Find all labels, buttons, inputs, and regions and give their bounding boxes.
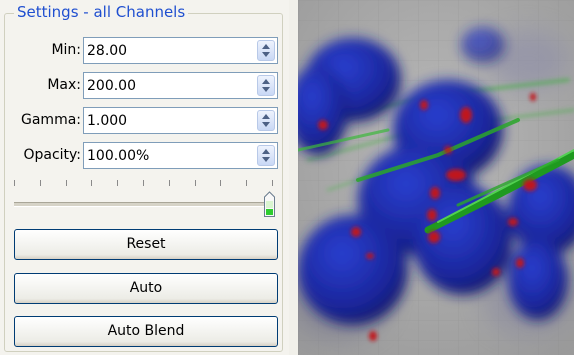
min-label: Min: [51, 42, 81, 58]
slider-tick [66, 180, 67, 186]
min-spin-buttons[interactable] [257, 40, 275, 61]
min-value[interactable]: 28.00 [87, 41, 127, 61]
gamma-spin-buttons[interactable] [257, 110, 275, 131]
slider-tick [91, 180, 92, 186]
slider-tick [169, 180, 170, 186]
min-row: Min: 28.00 [0, 35, 289, 65]
opacity-spinbox[interactable]: 100.00% [83, 142, 278, 169]
settings-panel: Settings - all Channels Min: 28.00 Max: … [0, 0, 289, 355]
settings-group-title: Settings - all Channels [14, 3, 189, 21]
slider-thumb-icon[interactable] [263, 191, 276, 218]
max-spinbox[interactable]: 200.00 [83, 72, 278, 99]
opacity-value[interactable]: 100.00% [87, 146, 149, 166]
triangle-up-icon[interactable] [262, 44, 270, 49]
max-label: Max: [47, 77, 81, 93]
opacity-slider-track[interactable] [14, 202, 274, 207]
slider-tick [220, 180, 221, 186]
auto-blend-button[interactable]: Auto Blend [14, 316, 278, 347]
volume-render-image [298, 0, 574, 355]
triangle-up-icon[interactable] [262, 149, 270, 154]
volume-render-view[interactable] [298, 0, 574, 355]
opacity-label: Opacity: [23, 147, 81, 163]
gamma-spinbox[interactable]: 1.000 [83, 107, 278, 134]
max-row: Max: 200.00 [0, 70, 289, 100]
min-spinbox[interactable]: 28.00 [83, 37, 278, 64]
slider-ticks [14, 180, 276, 188]
triangle-down-icon[interactable] [262, 157, 270, 162]
max-value[interactable]: 200.00 [87, 76, 136, 96]
slider-tick [40, 180, 41, 186]
triangle-up-icon[interactable] [262, 114, 270, 119]
panel-divider[interactable] [289, 0, 298, 355]
slider-tick [272, 180, 273, 186]
slider-tick [117, 180, 118, 186]
opacity-row: Opacity: 100.00% [0, 140, 289, 170]
triangle-down-icon[interactable] [262, 122, 270, 127]
slider-tick [14, 180, 15, 186]
triangle-up-icon[interactable] [262, 79, 270, 84]
gamma-value[interactable]: 1.000 [87, 111, 127, 131]
triangle-down-icon[interactable] [262, 52, 270, 57]
slider-tick [143, 180, 144, 186]
gamma-label: Gamma: [21, 112, 81, 128]
slider-tick [195, 180, 196, 186]
slider-tick [246, 180, 247, 186]
auto-button[interactable]: Auto [14, 273, 278, 304]
opacity-spin-buttons[interactable] [257, 145, 275, 166]
triangle-down-icon[interactable] [262, 87, 270, 92]
max-spin-buttons[interactable] [257, 75, 275, 96]
reset-button[interactable]: Reset [14, 229, 278, 260]
gamma-row: Gamma: 1.000 [0, 105, 289, 135]
